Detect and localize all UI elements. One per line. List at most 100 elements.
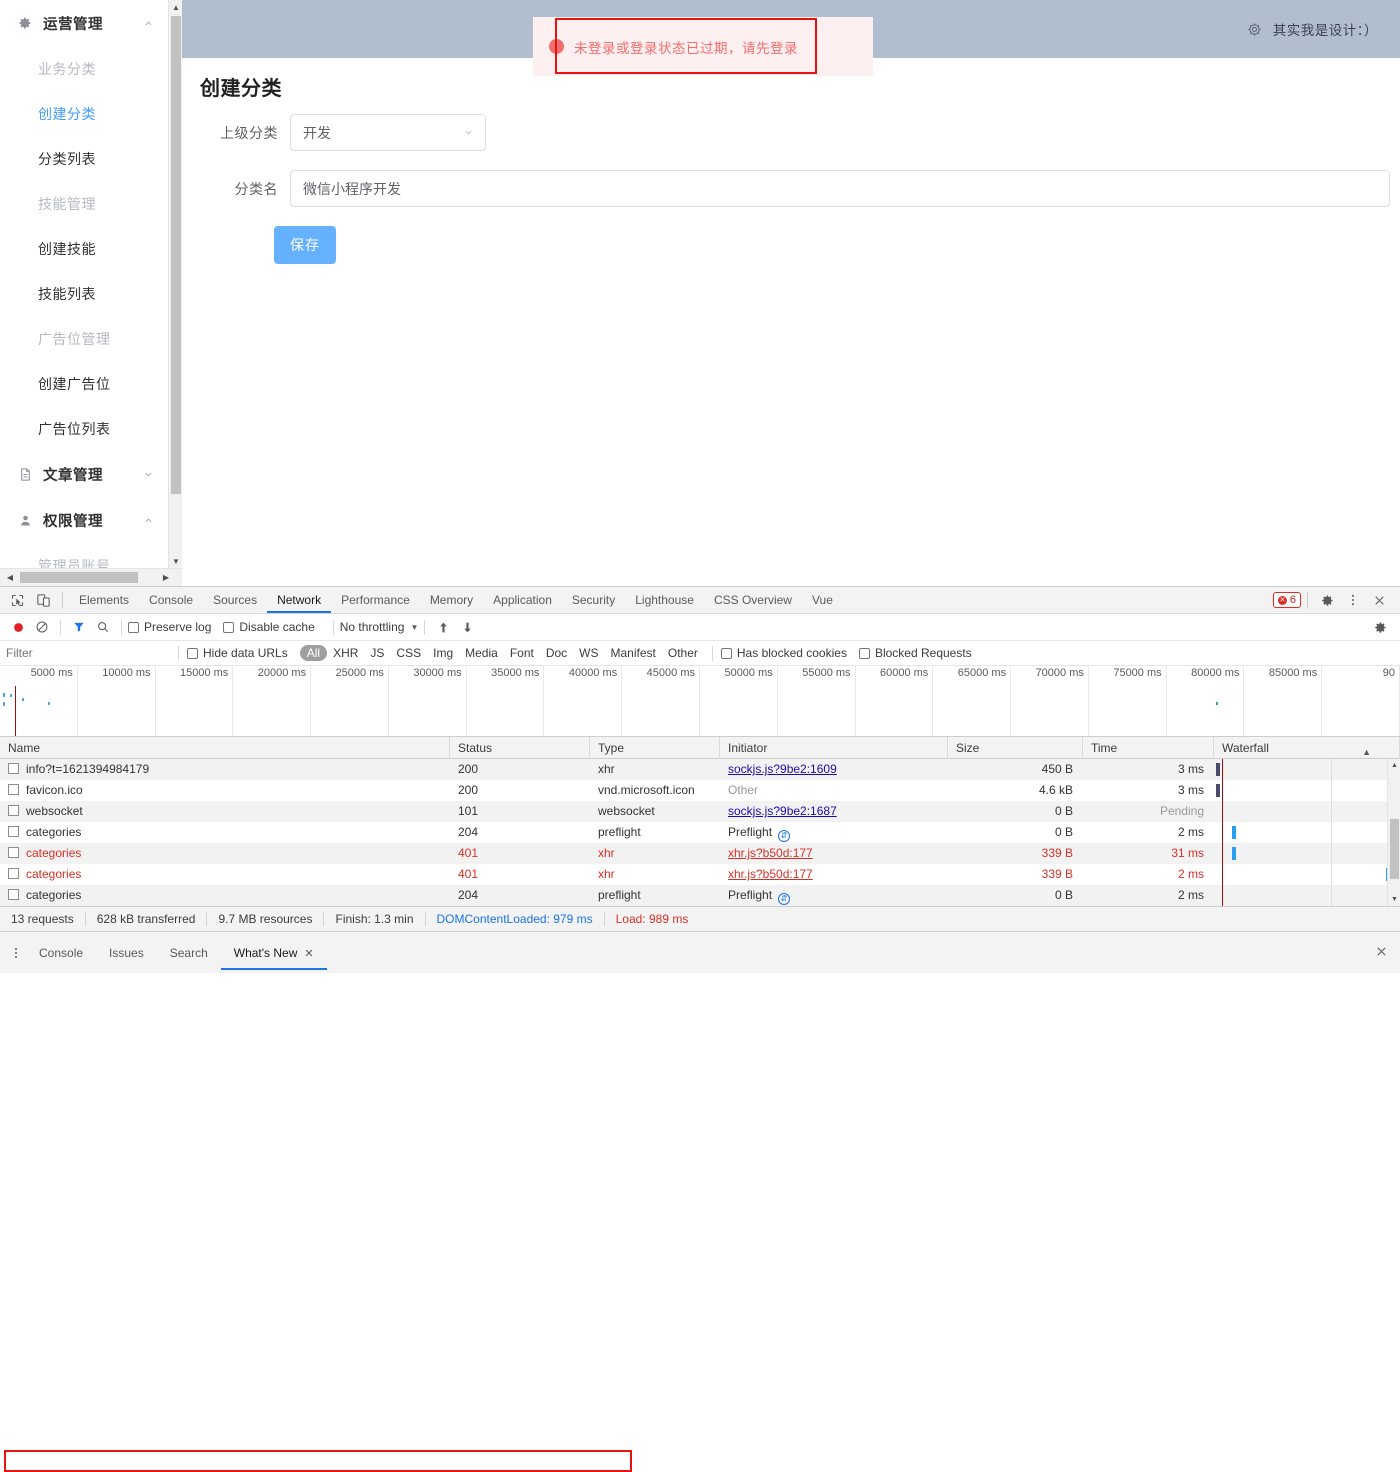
waterfall-scrollbar[interactable]: ▲ ▼: [1387, 759, 1400, 906]
row-checkbox[interactable]: [8, 784, 19, 795]
row-checkbox[interactable]: [8, 889, 19, 900]
filter-type-xhr[interactable]: XHR: [327, 646, 364, 660]
column-header-initiator[interactable]: Initiator: [720, 736, 948, 759]
gear-icon[interactable]: [1314, 587, 1340, 613]
sidebar-group-2[interactable]: 权限管理: [0, 497, 168, 543]
sort-ascending-icon[interactable]: ▲: [1362, 741, 1371, 759]
filter-type-font[interactable]: Font: [504, 646, 540, 660]
tab-memory[interactable]: Memory: [420, 587, 483, 613]
column-header-status[interactable]: Status: [450, 736, 590, 759]
drawer-tab-what-s-new[interactable]: What's New ✕: [221, 936, 327, 970]
close-icon[interactable]: [1366, 587, 1392, 613]
blocked-requests-checkbox[interactable]: Blocked Requests: [858, 646, 972, 660]
sidebar-group-1[interactable]: 文章管理: [0, 451, 168, 497]
sidebar-item-业务分类[interactable]: 业务分类: [0, 46, 168, 91]
tab-vue[interactable]: Vue: [802, 587, 843, 613]
tab-sources[interactable]: Sources: [203, 587, 267, 613]
scrollbar-thumb[interactable]: [171, 16, 181, 494]
table-row[interactable]: favicon.ico 200 vnd.microsoft.icon Other 4.6…: [0, 780, 1400, 801]
filter-type-media[interactable]: Media: [459, 646, 504, 660]
tab-application[interactable]: Application: [483, 587, 562, 613]
preflight-info-icon[interactable]: ⇵: [778, 829, 791, 842]
tab-security[interactable]: Security: [562, 587, 625, 613]
row-checkbox[interactable]: [8, 763, 19, 774]
gear-icon[interactable]: [1368, 615, 1392, 639]
checkbox-box[interactable]: [858, 647, 870, 659]
funnel-icon[interactable]: [67, 615, 91, 639]
sidebar-item-分类列表[interactable]: 分类列表: [0, 136, 168, 181]
sidebar-item-管理员账号[interactable]: 管理员账号: [0, 543, 168, 569]
sidebar-vertical-scrollbar[interactable]: ▲ ▼: [168, 0, 182, 568]
device-toolbar-icon[interactable]: [30, 587, 56, 613]
chevron-down-icon[interactable]: ▼: [410, 623, 418, 632]
preflight-info-icon[interactable]: ⇵: [778, 892, 791, 905]
kebab-menu-icon[interactable]: [6, 947, 26, 958]
scrollbar-thumb[interactable]: [1390, 819, 1399, 879]
table-row[interactable]: categories 204 preflight Preflight ⇵ 0 B 2 ms: [0, 822, 1400, 843]
sidebar-item-创建分类[interactable]: 创建分类: [0, 91, 168, 136]
has-blocked-cookies-checkbox[interactable]: Has blocked cookies: [720, 646, 847, 660]
tab-lighthouse[interactable]: Lighthouse: [625, 587, 704, 613]
table-row[interactable]: categories 204 preflight Preflight ⇵ 0 B 2 ms: [0, 885, 1400, 906]
sidebar-item-广告位管理[interactable]: 广告位管理: [0, 316, 168, 361]
upload-arrow-icon[interactable]: [431, 615, 455, 639]
inspect-element-icon[interactable]: [4, 587, 30, 613]
filter-type-js[interactable]: JS: [364, 646, 390, 660]
filter-type-other[interactable]: Other: [662, 646, 704, 660]
filter-type-all[interactable]: All: [299, 645, 328, 661]
hide-data-urls-checkbox[interactable]: Hide data URLs: [187, 646, 288, 660]
column-header-time[interactable]: Time: [1083, 736, 1214, 759]
sidebar-item-创建广告位[interactable]: 创建广告位: [0, 361, 168, 406]
filter-input[interactable]: [0, 641, 170, 665]
row-checkbox[interactable]: [8, 826, 19, 837]
throttling-dropdown[interactable]: No throttling ▼: [340, 620, 419, 634]
column-header-waterfall[interactable]: Waterfall ▲: [1214, 736, 1400, 759]
gear-icon[interactable]: [1247, 21, 1263, 37]
table-row[interactable]: websocket 101 websocket sockjs.js?9be2:1687…: [0, 801, 1400, 822]
checkbox-box[interactable]: [128, 621, 139, 633]
row-checkbox[interactable]: [8, 805, 19, 816]
tab-performance[interactable]: Performance: [331, 587, 420, 613]
chevron-up-icon[interactable]: [142, 514, 154, 526]
save-button[interactable]: 保存: [274, 226, 336, 264]
initiator-link[interactable]: sockjs.js?9be2:1687: [728, 804, 837, 818]
row-checkbox[interactable]: [8, 847, 19, 858]
sidebar-item-广告位列表[interactable]: 广告位列表: [0, 406, 168, 451]
checkbox-box[interactable]: [187, 647, 198, 659]
filter-type-manifest[interactable]: Manifest: [605, 646, 662, 660]
drawer-tab-issues[interactable]: Issues: [96, 936, 157, 970]
sidebar-group-0[interactable]: 运营管理: [0, 0, 168, 46]
close-icon[interactable]: ✕: [304, 948, 313, 960]
filter-type-css[interactable]: CSS: [390, 646, 427, 660]
table-row[interactable]: categories 401 xhr xhr.js?b50d:177 339 B 2 ms: [0, 864, 1400, 885]
sidebar-item-技能管理[interactable]: 技能管理: [0, 181, 168, 226]
scrollbar-thumb[interactable]: [20, 572, 138, 583]
scroll-left-arrow-icon[interactable]: ◀: [2, 569, 18, 586]
tab-css-overview[interactable]: CSS Overview: [704, 587, 802, 613]
tab-network[interactable]: Network: [267, 587, 331, 613]
chevron-down-icon[interactable]: [462, 127, 474, 139]
close-icon[interactable]: [1375, 945, 1400, 961]
initiator-link[interactable]: xhr.js?b50d:177: [728, 867, 813, 881]
tab-elements[interactable]: Elements: [69, 587, 139, 613]
initiator-link[interactable]: sockjs.js?9be2:1609: [728, 762, 837, 776]
scroll-right-arrow-icon[interactable]: ▶: [158, 569, 174, 586]
category-name-input[interactable]: 微信小程序开发: [290, 170, 1390, 207]
scroll-up-arrow-icon[interactable]: ▲: [169, 0, 183, 14]
drawer-tab-console[interactable]: Console: [26, 936, 96, 970]
sidebar-horizontal-scrollbar[interactable]: ◀ ▶: [0, 568, 182, 586]
filter-type-img[interactable]: Img: [427, 646, 459, 660]
parent-category-select[interactable]: 开发: [290, 114, 486, 151]
row-checkbox[interactable]: [8, 868, 19, 879]
clear-no-entry-icon[interactable]: [30, 615, 54, 639]
scroll-down-arrow-icon[interactable]: ▼: [169, 554, 183, 568]
search-icon[interactable]: [91, 615, 115, 639]
sidebar-item-技能列表[interactable]: 技能列表: [0, 271, 168, 316]
filter-type-ws[interactable]: WS: [573, 646, 604, 660]
preserve-log-checkbox[interactable]: Preserve log: [128, 620, 211, 634]
kebab-menu-icon[interactable]: [1340, 587, 1366, 613]
sidebar-item-创建技能[interactable]: 创建技能: [0, 226, 168, 271]
record-circle-icon[interactable]: [6, 615, 30, 639]
download-arrow-icon[interactable]: [455, 615, 479, 639]
column-header-name[interactable]: Name: [0, 736, 450, 759]
